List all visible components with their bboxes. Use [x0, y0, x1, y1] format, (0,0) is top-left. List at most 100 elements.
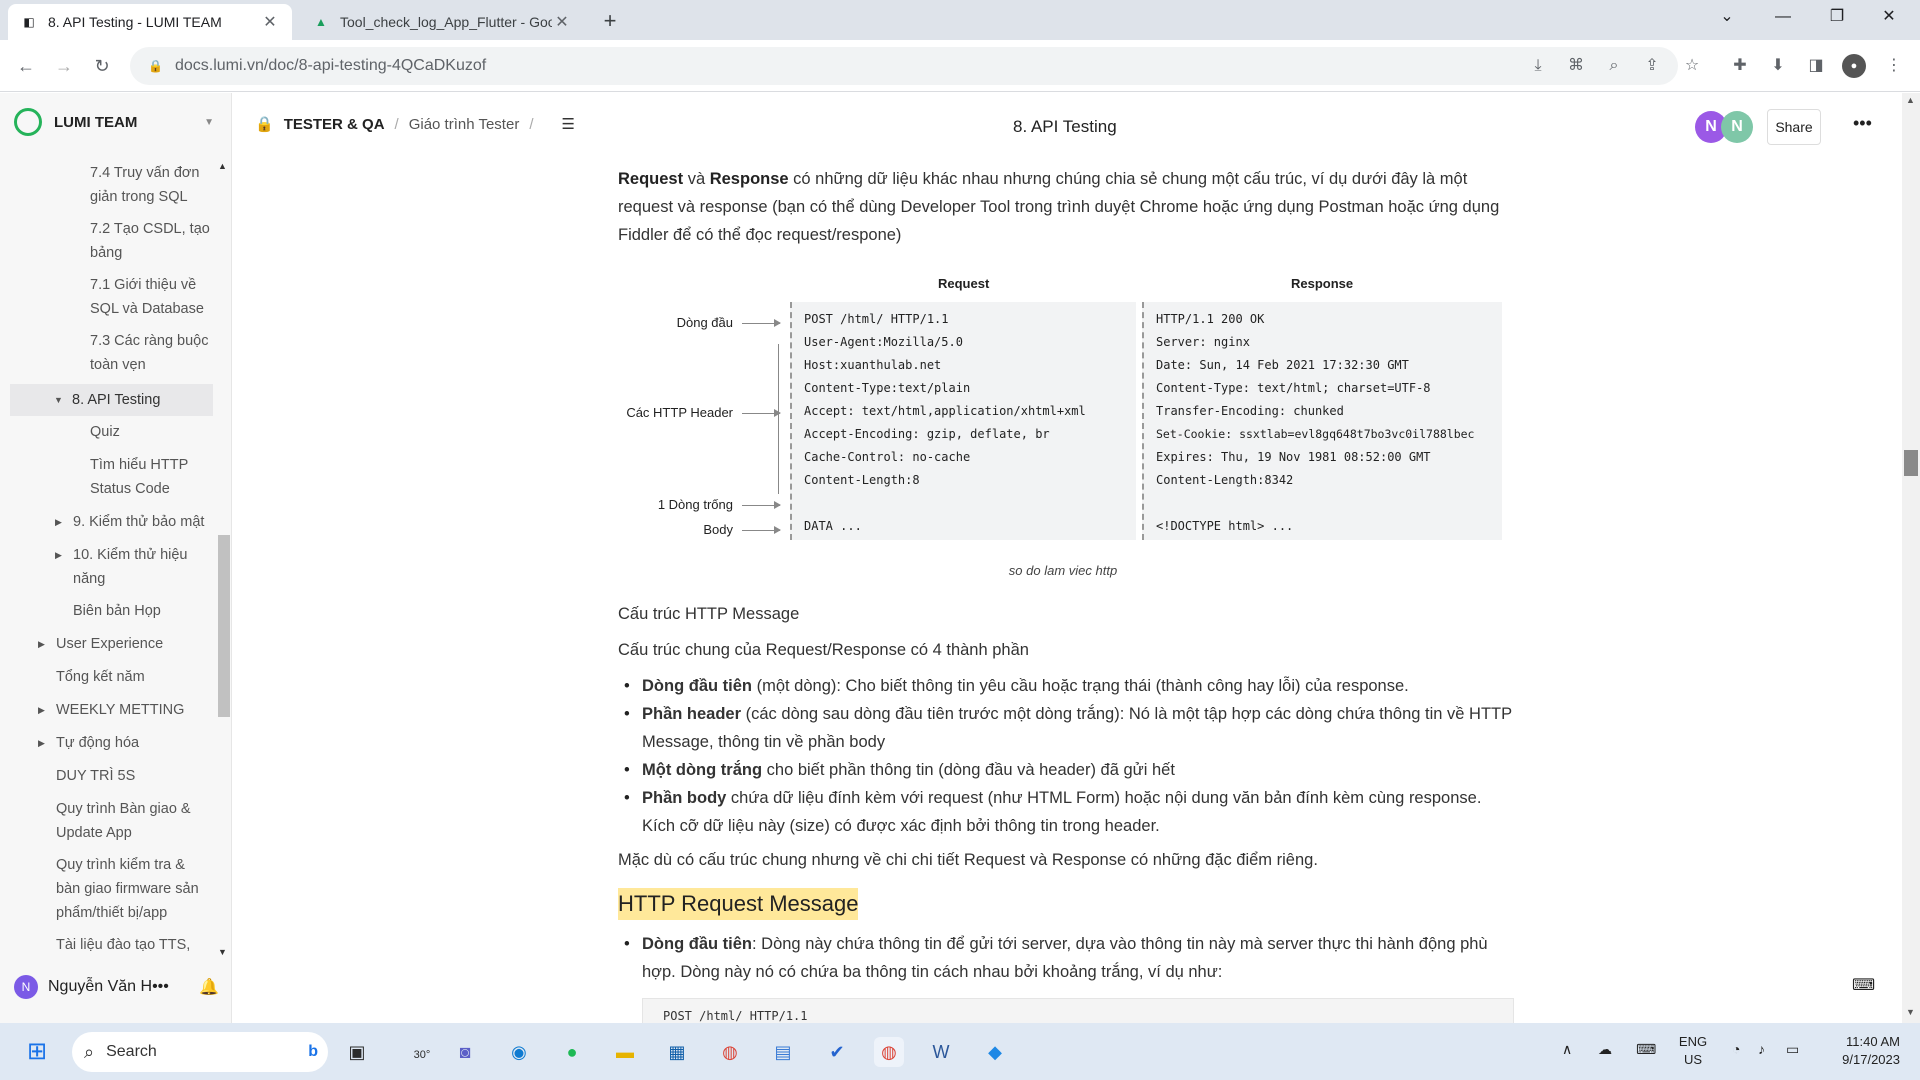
translate-icon[interactable]: ⌘ — [1564, 54, 1588, 78]
taskbar-search[interactable]: ⌕ Search b — [72, 1032, 328, 1072]
sidebar-item[interactable]: ▶ 10. Kiểm thử hiệu năng — [55, 543, 188, 591]
avatar[interactable]: N — [1721, 111, 1753, 143]
close-window-icon[interactable]: ✕ — [1866, 0, 1912, 36]
edge-icon[interactable]: ◉ — [504, 1037, 534, 1067]
sidebar-item[interactable]: Tổng kết năm — [56, 665, 145, 689]
sidebar-item[interactable]: Quy trình Bàn giao & Update App — [56, 797, 191, 845]
sidebar-item[interactable]: ▶ WEEKLY METTING — [38, 698, 184, 722]
team-switcher[interactable]: LUMI TEAM ▼ — [14, 107, 214, 137]
file-explorer-icon[interactable]: ▬ — [610, 1037, 640, 1067]
share-button[interactable]: Share — [1767, 109, 1821, 145]
search-placeholder: Search — [106, 1043, 157, 1060]
minimize-icon[interactable]: — — [1760, 0, 1806, 36]
bing-icon[interactable]: b — [308, 1043, 318, 1061]
onedrive-icon[interactable]: ☁ — [1598, 1041, 1612, 1058]
install-icon[interactable]: ⤓ — [1526, 54, 1550, 78]
scroll-up-icon[interactable]: ▲ — [1906, 95, 1915, 105]
chrome-icon[interactable]: ◍ — [715, 1037, 745, 1067]
breadcrumb-collection[interactable]: TESTER & QA — [284, 116, 385, 133]
browser-tab-strip: ◧ 8. API Testing - LUMI TEAM ✕ ▲ Tool_ch… — [0, 0, 1920, 40]
sidebar-item[interactable]: Tài liệu đào tạo TTS, — [56, 933, 190, 957]
table-of-contents-icon[interactable]: ☰ — [562, 115, 575, 133]
photos-icon[interactable]: ▤ — [768, 1037, 798, 1067]
forward-icon[interactable]: → — [50, 52, 78, 80]
browser-tab-active[interactable]: ◧ 8. API Testing - LUMI TEAM ✕ — [8, 4, 292, 40]
user-menu[interactable]: N Nguyễn Văn H••• 🔔 — [14, 975, 219, 999]
new-tab-button[interactable]: + — [596, 8, 624, 36]
sidebar-item[interactable]: ▶ 9. Kiểm thử bảo mật — [55, 510, 204, 534]
reload-icon[interactable]: ↻ — [88, 52, 116, 80]
drive-favicon-icon: ▲ — [315, 15, 327, 29]
sidebar-item-quiz[interactable]: Quiz — [90, 420, 120, 444]
close-tab-icon[interactable]: ✕ — [552, 12, 572, 32]
sidebar-item[interactable]: ▶ User Experience — [38, 632, 163, 656]
page-scrollbar[interactable]: ▲ ▼ — [1902, 93, 1920, 1023]
address-bar[interactable]: 🔒 docs.lumi.vn/doc/8-api-testing-4QCaDKu… — [130, 47, 1678, 85]
sidebar-item[interactable]: Biên bản Họp — [73, 599, 161, 623]
bookmark-star-icon[interactable]: ☆ — [1680, 54, 1704, 78]
code-line: DATA ... — [804, 519, 862, 533]
sidebar-item[interactable]: 7.1 Giới thiệu về SQL và Database — [90, 273, 204, 321]
caret-right-icon: ▶ — [55, 517, 62, 527]
sidebar-scroll-thumb[interactable] — [218, 535, 230, 717]
zoom-icon[interactable]: ⌕ — [1602, 54, 1626, 78]
downloads-icon[interactable]: ⬇ — [1766, 54, 1790, 78]
more-options-icon[interactable]: ••• — [1853, 113, 1872, 134]
battery-icon[interactable]: ▭ — [1786, 1041, 1799, 1058]
close-tab-icon[interactable]: ✕ — [260, 12, 280, 32]
request-example: POST /html/ HTTP/1.1 User-Agent:Mozilla/… — [790, 302, 1136, 540]
code-line: Accept: text/html,application/xhtml+xml — [804, 404, 1086, 418]
sidebar-item[interactable]: DUY TRÌ 5S — [56, 764, 135, 788]
keyboard-icon[interactable]: ⌨ — [1636, 1041, 1656, 1058]
scroll-down-icon[interactable]: ▼ — [1906, 1007, 1915, 1017]
code-line: HTTP/1.1 200 OK — [1156, 312, 1265, 326]
keyboard-icon[interactable]: ⌨ — [1852, 975, 1875, 995]
list-item: Dòng đầu tiên: Dòng này chứa thông tin đ… — [624, 930, 1518, 986]
windows-start-icon[interactable]: ⊞ — [22, 1037, 52, 1067]
system-clock[interactable]: 11:40 AM 9/17/2023 — [1830, 1033, 1900, 1069]
volume-icon[interactable]: ♪ — [1758, 1041, 1765, 1057]
word-icon[interactable]: W — [926, 1037, 956, 1067]
store-icon[interactable]: ▦ — [662, 1037, 692, 1067]
sidebar-item[interactable]: ▶ Tự động hóa — [38, 731, 139, 755]
app-icon[interactable]: ◆ — [980, 1037, 1010, 1067]
browser-tab-inactive[interactable]: ▲ Tool_check_log_App_Flutter - Goo ✕ — [300, 4, 584, 40]
spotify-icon[interactable]: ● — [557, 1037, 587, 1067]
chrome-menu-icon[interactable]: ⋮ — [1882, 54, 1906, 78]
weather-widget[interactable]: 30° — [402, 1037, 442, 1067]
profile-avatar-icon[interactable]: ● — [1842, 54, 1866, 78]
wifi-icon[interactable]: ◔ — [1732, 1041, 1740, 1057]
todo-icon[interactable]: ✔ — [822, 1037, 852, 1067]
teams-chat-icon[interactable]: ◙ — [450, 1037, 480, 1067]
scroll-down-icon[interactable]: ▼ — [218, 947, 227, 957]
scroll-up-icon[interactable]: ▲ — [218, 161, 227, 171]
sidebar-item[interactable]: Quy trình kiểm tra & bàn giao firmware sả… — [56, 853, 199, 925]
tab-search-icon[interactable]: ⌄ — [1704, 0, 1750, 36]
share-page-icon[interactable]: ⇪ — [1640, 54, 1664, 78]
code-line: Content-Length:8342 — [1156, 473, 1294, 487]
task-view-icon[interactable]: ▣ — [342, 1037, 372, 1067]
chrome-active-icon[interactable]: ◍ — [874, 1037, 904, 1067]
lumi-logo-icon — [14, 108, 42, 136]
input-language[interactable]: ENG US — [1676, 1033, 1710, 1069]
side-panel-icon[interactable]: ◨ — [1804, 54, 1828, 78]
page-scroll-thumb[interactable] — [1904, 450, 1918, 476]
extensions-icon[interactable]: ✚ — [1728, 54, 1752, 78]
sidebar-item[interactable]: 7.4 Truy vấn đơn giản trong SQL — [90, 161, 199, 209]
sidebar-item-api-testing[interactable]: ▼ 8. API Testing — [10, 384, 213, 416]
sidebar-item[interactable]: 7.2 Tạo CSDL, tạo bảng — [90, 217, 210, 265]
maximize-icon[interactable]: ❐ — [1814, 0, 1860, 36]
diagram-bracket — [778, 344, 779, 494]
caret-right-icon: ▶ — [38, 705, 45, 715]
code-line: Accept-Encoding: gzip, deflate, br — [804, 427, 1050, 441]
section-heading: HTTP Request Message — [618, 888, 859, 920]
breadcrumb: 🔒 TESTER & QA / Giáo trình Tester / ☰ — [255, 115, 575, 134]
bell-icon[interactable]: 🔔 — [199, 977, 219, 997]
sidebar-item[interactable]: Tìm hiểu HTTP Status Code — [90, 453, 188, 501]
back-icon[interactable]: ← — [12, 52, 40, 80]
show-hidden-icons[interactable]: ∧ — [1562, 1041, 1572, 1058]
list-item: Dòng đầu tiên (một dòng): Cho biết thông… — [624, 672, 1518, 700]
sidebar-item[interactable]: 7.3 Các ràng buộc toàn vẹn — [90, 329, 209, 377]
code-line: Content-Type:text/plain — [804, 381, 971, 395]
breadcrumb-parent[interactable]: Giáo trình Tester — [409, 116, 520, 133]
